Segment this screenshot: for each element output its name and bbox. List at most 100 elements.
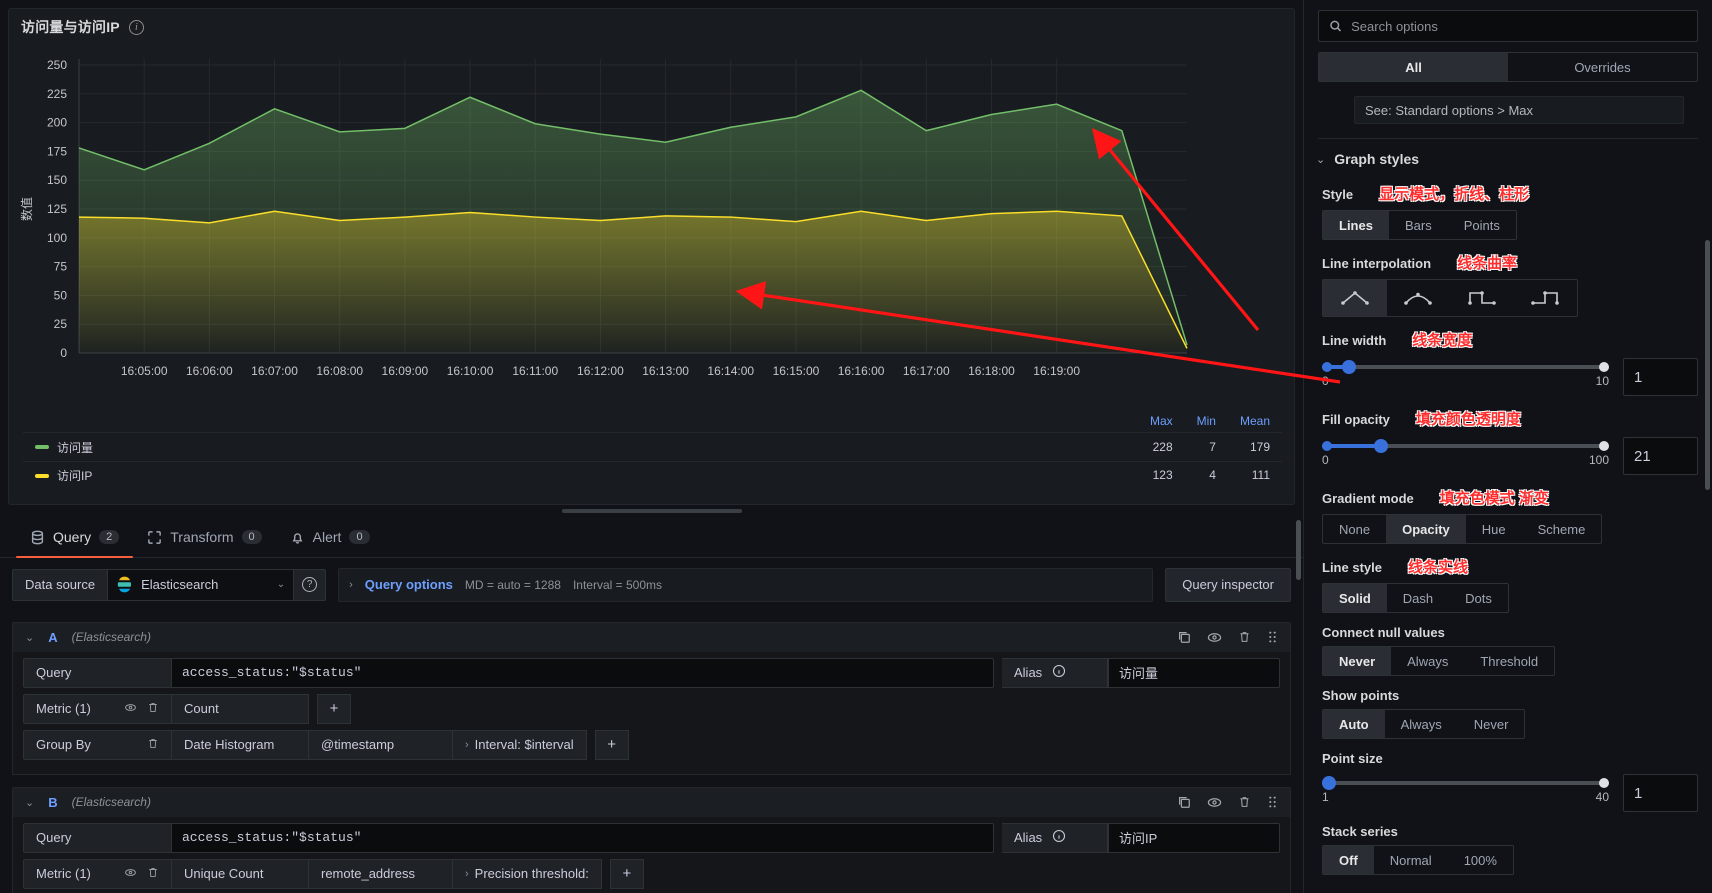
query-a-metric-value[interactable]: Count	[171, 694, 309, 724]
style-option-lines[interactable]: Lines	[1323, 211, 1389, 239]
table-row[interactable]: 访问量 228 7 179	[23, 433, 1282, 462]
query-refid-a[interactable]: A	[48, 630, 57, 645]
query-a-alias-input[interactable]: 访问量	[1108, 658, 1280, 688]
chevron-down-icon[interactable]: ⌄	[25, 631, 34, 644]
hide-query-icon[interactable]	[1207, 630, 1222, 645]
style-option-points[interactable]: Points	[1448, 211, 1516, 239]
grafana-panel-editor: 访问量与访问IP i 02550751001251501752002252501…	[0, 0, 1712, 893]
legend-max-value: 123	[1138, 461, 1185, 489]
style-option-bars[interactable]: Bars	[1389, 211, 1448, 239]
query-a-query-input[interactable]: access_status:"$status"	[171, 658, 994, 688]
stack-option-normal[interactable]: Normal	[1374, 846, 1448, 874]
legend-col-mean[interactable]: Mean	[1228, 413, 1282, 433]
point-size-slider[interactable]: 1 40	[1322, 774, 1609, 804]
show-points-option-auto[interactable]: Auto	[1323, 710, 1385, 738]
legend-col-min[interactable]: Min	[1185, 413, 1228, 433]
metric-delete-icon[interactable]	[147, 701, 159, 717]
query-b-metric-field[interactable]: remote_address	[309, 859, 453, 889]
timeseries-chart[interactable]: 025507510012515017520022525016:05:0016:0…	[9, 41, 1294, 401]
tab-overrides[interactable]: Overrides	[1508, 53, 1697, 81]
query-a-groupby-field[interactable]: @timestamp	[309, 730, 453, 760]
query-b-metric-extra[interactable]: › Precision threshold:	[453, 859, 602, 889]
legend-col-max[interactable]: Max	[1138, 413, 1185, 433]
question-circle-icon: ?	[302, 577, 317, 592]
query-refid-b[interactable]: B	[48, 795, 57, 810]
panel-resize-handle[interactable]	[0, 505, 1303, 518]
point-size-input[interactable]: 1	[1623, 774, 1698, 812]
chevron-down-icon[interactable]: ⌄	[25, 796, 34, 809]
duplicate-query-icon[interactable]	[1177, 630, 1191, 644]
left-scrollbar[interactable]	[1296, 520, 1301, 580]
tab-all[interactable]: All	[1319, 53, 1508, 81]
fill-opacity-slider-handle[interactable]	[1374, 439, 1388, 453]
datasource-help-button[interactable]: ?	[294, 569, 326, 601]
gradient-option-hue[interactable]: Hue	[1466, 515, 1522, 543]
interpolation-step-before[interactable]	[1450, 280, 1514, 316]
connect-null-option-threshold[interactable]: Threshold	[1464, 647, 1554, 675]
delete-query-icon[interactable]	[1238, 630, 1251, 644]
alias-info-icon[interactable]	[1052, 666, 1066, 681]
bell-icon	[290, 530, 305, 545]
query-b-query-input[interactable]: access_status:"$status"	[171, 823, 994, 853]
query-a-groupby-type[interactable]: Date Histogram	[171, 730, 309, 760]
line-width-input[interactable]: 1	[1623, 358, 1698, 396]
hide-query-icon[interactable]	[1207, 795, 1222, 810]
metric-hide-icon[interactable]	[124, 866, 137, 882]
query-b-metric-add-button[interactable]: +	[610, 859, 644, 889]
query-a-metric-add-button[interactable]: +	[317, 694, 351, 724]
query-b-metric-value[interactable]: Unique Count	[171, 859, 309, 889]
legend-color-swatch[interactable]	[35, 445, 49, 449]
search-input[interactable]	[1351, 19, 1687, 34]
connect-null-values-button-group: Never Always Threshold	[1322, 646, 1555, 676]
svg-text:200: 200	[47, 116, 67, 130]
duplicate-query-icon[interactable]	[1177, 795, 1191, 809]
line-width-label: Line width	[1322, 333, 1386, 348]
show-points-option-never[interactable]: Never	[1458, 710, 1525, 738]
svg-text:16:06:00: 16:06:00	[186, 364, 233, 378]
slider-max-dot	[1599, 441, 1609, 451]
gradient-option-none[interactable]: None	[1323, 515, 1386, 543]
fill-opacity-input[interactable]: 21	[1623, 437, 1698, 475]
gradient-option-scheme[interactable]: Scheme	[1522, 515, 1602, 543]
stack-option-off[interactable]: Off	[1323, 846, 1374, 874]
stack-option-100[interactable]: 100%	[1448, 846, 1513, 874]
delete-query-icon[interactable]	[1238, 795, 1251, 809]
metric-hide-icon[interactable]	[124, 701, 137, 717]
tab-alert[interactable]: Alert 0	[276, 518, 384, 557]
query-b-alias-input[interactable]: 访问IP	[1108, 823, 1280, 853]
line-width-slider-handle[interactable]	[1342, 360, 1356, 374]
datasource-picker[interactable]: Elasticsearch ⌄	[107, 569, 294, 601]
tab-query[interactable]: Query 2	[16, 518, 133, 557]
line-style-option-dash[interactable]: Dash	[1387, 584, 1449, 612]
query-inspector-button[interactable]: Query inspector	[1165, 568, 1291, 602]
graph-styles-section-header[interactable]: ⌄ Graph styles	[1304, 139, 1712, 171]
interpolation-smooth[interactable]	[1387, 280, 1451, 316]
legend-color-swatch[interactable]	[35, 474, 49, 478]
line-style-option-solid[interactable]: Solid	[1323, 584, 1387, 612]
drag-query-icon[interactable]	[1267, 795, 1278, 809]
metric-delete-icon[interactable]	[147, 866, 159, 882]
line-width-slider[interactable]: 0 10	[1322, 358, 1609, 388]
query-options-toggle[interactable]: Query options	[365, 577, 453, 592]
search-options-box[interactable]	[1318, 10, 1698, 42]
chevron-right-icon[interactable]: ›	[349, 579, 353, 591]
fill-opacity-slider[interactable]: 0 100	[1322, 437, 1609, 467]
interpolation-step-after[interactable]	[1514, 280, 1578, 316]
query-a-groupby-add-button[interactable]: +	[595, 730, 629, 760]
line-style-option-dots[interactable]: Dots	[1449, 584, 1508, 612]
info-icon[interactable]: i	[129, 20, 144, 35]
gradient-option-opacity[interactable]: Opacity	[1386, 515, 1466, 543]
options-scrollbar[interactable]	[1705, 240, 1710, 490]
point-size-slider-handle[interactable]	[1322, 776, 1336, 790]
query-a-groupby-interval[interactable]: › Interval: $interval	[453, 730, 587, 760]
drag-query-icon[interactable]	[1267, 630, 1278, 644]
show-points-option-always[interactable]: Always	[1385, 710, 1458, 738]
tab-transform[interactable]: Transform 0	[133, 518, 275, 557]
table-row[interactable]: 访问IP 123 4 111	[23, 461, 1282, 489]
alias-info-icon[interactable]	[1052, 831, 1066, 846]
svg-text:100: 100	[47, 231, 67, 245]
connect-null-option-always[interactable]: Always	[1391, 647, 1464, 675]
groupby-delete-icon[interactable]	[147, 737, 159, 753]
connect-null-option-never[interactable]: Never	[1323, 647, 1391, 675]
interpolation-linear[interactable]	[1323, 280, 1387, 316]
